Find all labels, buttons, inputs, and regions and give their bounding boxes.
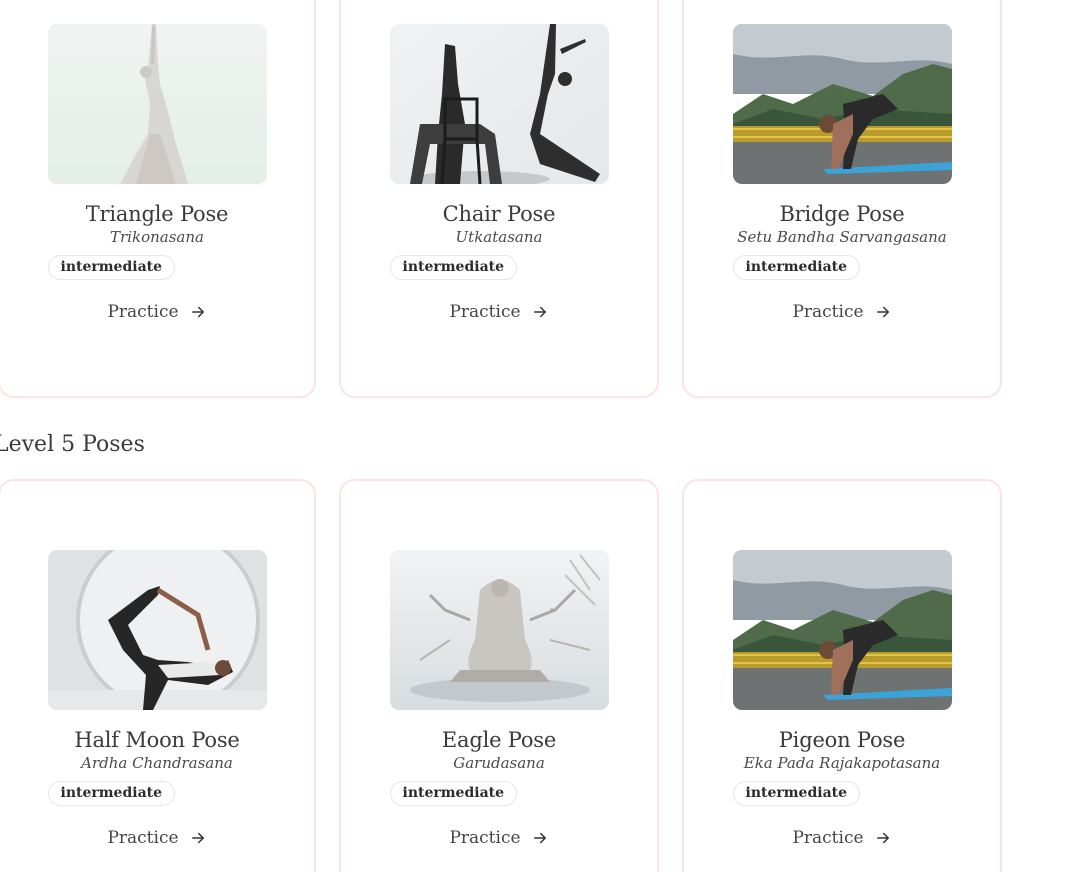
pose-card: Pigeon Pose Eka Pada Rajakapotasana inte… xyxy=(682,479,1002,872)
arrow-right-icon xyxy=(191,306,204,318)
practice-label: Practice xyxy=(107,828,179,848)
practice-button[interactable]: Practice xyxy=(107,828,206,848)
pose-card: Triangle Pose Trikonasana intermediate P… xyxy=(0,0,316,398)
level-badge: intermediate xyxy=(389,255,518,280)
practice-label: Practice xyxy=(107,302,179,322)
pose-sanskrit-name: Utkatasana xyxy=(455,228,543,246)
level-badge: intermediate xyxy=(389,781,518,806)
pose-grid-previous-level: Triangle Pose Trikonasana intermediate P… xyxy=(0,0,1002,398)
arrow-right-icon xyxy=(533,306,546,318)
pose-name: Pigeon Pose xyxy=(778,728,906,752)
pose-card: Chair Pose Utkatasana intermediate Pract… xyxy=(339,0,659,398)
pose-name: Eagle Pose xyxy=(441,728,557,752)
practice-label: Practice xyxy=(792,302,864,322)
arrow-right-icon xyxy=(876,832,889,844)
poses-page: Triangle Pose Trikonasana intermediate P… xyxy=(0,0,1073,872)
pose-name: Chair Pose xyxy=(442,202,556,226)
pose-image xyxy=(389,24,609,184)
pose-image xyxy=(47,24,267,184)
level-badge: intermediate xyxy=(47,781,176,806)
level-badge: intermediate xyxy=(732,255,861,280)
pose-image xyxy=(732,24,952,184)
pose-image xyxy=(389,550,609,710)
arrow-right-icon xyxy=(876,306,889,318)
pose-card: Half Moon Pose Ardha Chandrasana interme… xyxy=(0,479,316,872)
practice-label: Practice xyxy=(449,828,521,848)
level-badge: intermediate xyxy=(47,255,176,280)
practice-button[interactable]: Practice xyxy=(792,302,891,322)
practice-label: Practice xyxy=(449,302,521,322)
practice-button[interactable]: Practice xyxy=(107,302,206,322)
pose-sanskrit-name: Eka Pada Rajakapotasana xyxy=(743,754,941,772)
pose-name: Triangle Pose xyxy=(85,202,229,226)
pose-sanskrit-name: Setu Bandha Sarvangasana xyxy=(737,228,947,246)
arrow-right-icon xyxy=(191,832,204,844)
section-title: Level 5 Poses xyxy=(0,432,145,457)
pose-image xyxy=(732,550,952,710)
pose-sanskrit-name: Ardha Chandrasana xyxy=(81,754,233,772)
pose-name: Bridge Pose xyxy=(779,202,905,226)
pose-sanskrit-name: Trikonasana xyxy=(110,228,204,246)
practice-button[interactable]: Practice xyxy=(449,302,548,322)
arrow-right-icon xyxy=(533,832,546,844)
level-badge: intermediate xyxy=(732,781,861,806)
practice-button[interactable]: Practice xyxy=(449,828,548,848)
practice-label: Practice xyxy=(792,828,864,848)
pose-card: Eagle Pose Garudasana intermediate Pract… xyxy=(339,479,659,872)
pose-image xyxy=(47,550,267,710)
pose-grid-level-5: Half Moon Pose Ardha Chandrasana interme… xyxy=(0,479,1002,872)
practice-button[interactable]: Practice xyxy=(792,828,891,848)
pose-name: Half Moon Pose xyxy=(74,728,240,752)
pose-card: Bridge Pose Setu Bandha Sarvangasana int… xyxy=(682,0,1002,398)
pose-sanskrit-name: Garudasana xyxy=(453,754,545,772)
